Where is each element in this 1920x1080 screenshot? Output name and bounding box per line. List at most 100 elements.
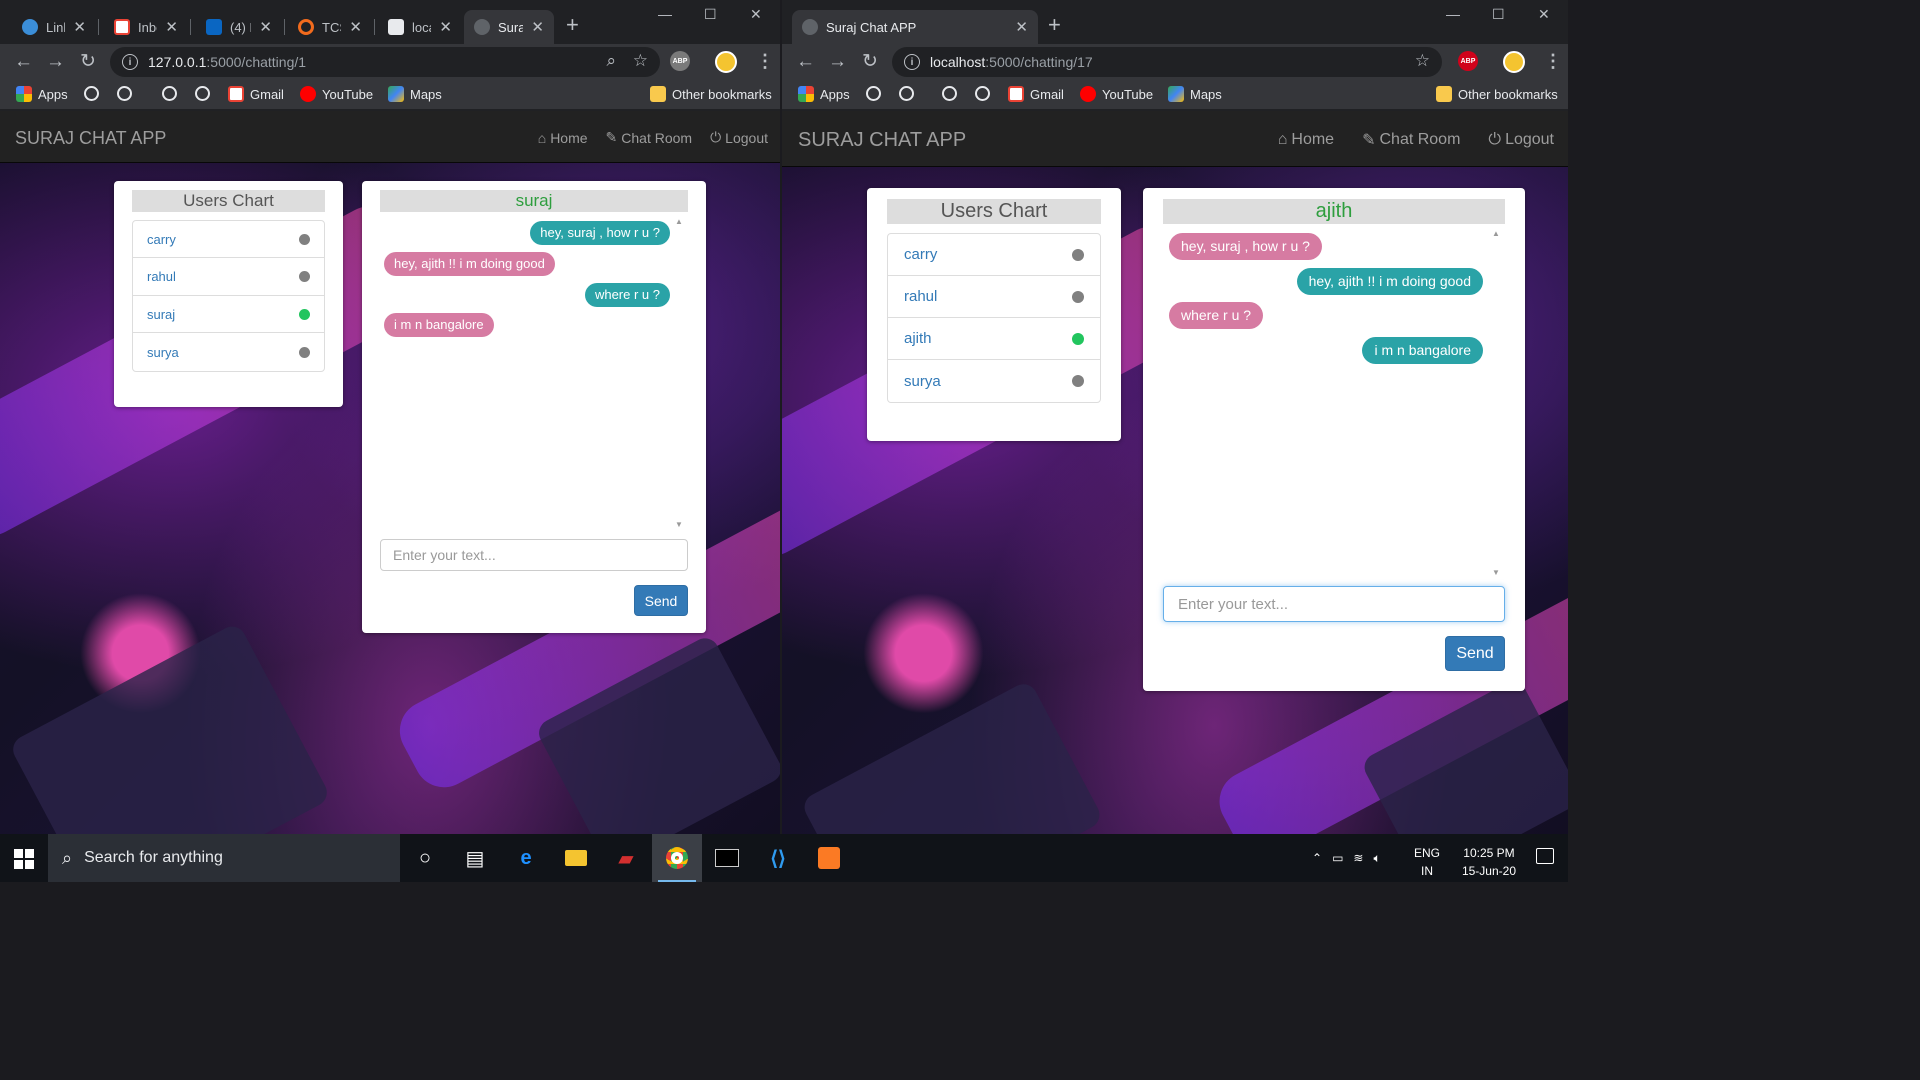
bookmark-maps[interactable]: Maps [388, 86, 442, 102]
info-icon[interactable]: i [122, 54, 138, 70]
bookmark-gmail[interactable]: Gmail [1008, 86, 1064, 102]
nav-home[interactable]: ⌂ Home [1278, 130, 1334, 150]
bookmark-youtube[interactable]: YouTube [300, 86, 373, 102]
menu-kebab-icon[interactable]: ⋮ [1544, 51, 1562, 72]
globe-icon[interactable] [162, 86, 177, 101]
close-window-icon[interactable]: ✕ [1538, 6, 1550, 23]
forward-icon[interactable]: → [828, 50, 847, 74]
user-item[interactable]: suraj [133, 296, 324, 333]
bookmark-star-icon[interactable]: ☆ [633, 51, 648, 71]
globe-icon[interactable] [84, 86, 99, 101]
maximize-icon[interactable]: ☐ [704, 6, 717, 23]
app-brand[interactable]: SURAJ CHAT APP [798, 129, 966, 152]
bookmark-gmail[interactable]: Gmail [228, 86, 284, 102]
vscode-icon[interactable]: ⟨⟩ [753, 834, 803, 882]
send-button[interactable]: Send [1445, 636, 1505, 671]
new-tab-icon[interactable]: + [1048, 14, 1061, 36]
scroll-down-icon[interactable]: ▼ [1491, 568, 1501, 577]
user-item[interactable]: surya [888, 360, 1100, 402]
language-indicator[interactable]: ENG IN [1414, 844, 1440, 880]
cortana-icon[interactable]: ○ [400, 834, 450, 882]
globe-icon[interactable] [117, 86, 132, 101]
user-item[interactable]: carry [888, 234, 1100, 276]
close-tab-icon[interactable]: ✕ [439, 18, 452, 36]
maximize-icon[interactable]: ☐ [1492, 6, 1505, 23]
bookmark-youtube[interactable]: YouTube [1080, 86, 1153, 102]
forward-icon[interactable]: → [46, 50, 65, 74]
notification-icon[interactable] [1536, 848, 1554, 864]
message-input[interactable]: Enter your text... [1163, 586, 1505, 622]
close-tab-icon[interactable]: ✕ [165, 18, 178, 36]
close-tab-icon[interactable]: ✕ [259, 18, 272, 36]
xampp-icon[interactable] [804, 834, 854, 882]
scroll-up-icon[interactable]: ▲ [1491, 229, 1501, 238]
user-item[interactable]: surya [133, 333, 324, 371]
send-button[interactable]: Send [634, 585, 688, 616]
zoom-icon[interactable]: ⌕ [606, 51, 616, 71]
messages-scrollbar[interactable]: ▲ ▼ [1491, 229, 1501, 577]
bookmark-apps[interactable]: Apps [798, 86, 850, 102]
user-item[interactable]: rahul [888, 276, 1100, 318]
bookmark-other[interactable]: Other bookmarks [650, 86, 772, 102]
info-icon[interactable]: i [904, 54, 920, 70]
close-tab-icon[interactable]: ✕ [531, 18, 544, 36]
adblock-icon[interactable]: ABP [1458, 51, 1478, 71]
close-tab-icon[interactable]: ✕ [349, 18, 362, 36]
close-tab-icon[interactable]: ✕ [73, 18, 86, 36]
nav-chat-room[interactable]: ✎ Chat Room [606, 129, 693, 146]
back-icon[interactable]: ← [14, 50, 33, 74]
file-explorer-icon[interactable] [551, 834, 601, 882]
bookmark-other[interactable]: Other bookmarks [1436, 86, 1558, 102]
browser-tab[interactable]: TCS ✕ [288, 10, 372, 44]
globe-icon[interactable] [866, 86, 881, 101]
nav-logout[interactable]: ⏻ Logout [710, 129, 768, 146]
browser-tab[interactable]: (4) L ✕ [196, 10, 282, 44]
wifi-icon[interactable]: ≋ [1353, 851, 1363, 865]
user-item[interactable]: carry [133, 221, 324, 258]
address-bar[interactable]: i localhost:5000/chatting/17 ☆ [892, 47, 1442, 77]
game-icon[interactable]: ▰ [601, 834, 651, 882]
back-icon[interactable]: ← [796, 50, 815, 74]
reload-icon[interactable]: ↻ [80, 50, 96, 74]
nav-home[interactable]: ⌂ Home [538, 129, 588, 146]
chrome-icon[interactable] [652, 834, 702, 882]
user-item[interactable]: rahul [133, 258, 324, 296]
messages-scrollbar[interactable]: ▲ ▼ [674, 217, 684, 529]
browser-tab-active[interactable]: Sura ✕ [464, 10, 554, 44]
chevron-up-icon[interactable]: ⌃ [1312, 851, 1322, 865]
globe-icon[interactable] [942, 86, 957, 101]
reload-icon[interactable]: ↻ [862, 50, 878, 74]
adblock-icon[interactable]: ABP [670, 51, 690, 71]
volume-icon[interactable]: 🔈︎ [1373, 851, 1380, 866]
profile-avatar[interactable] [715, 51, 737, 73]
menu-kebab-icon[interactable]: ⋮ [756, 51, 774, 72]
bookmark-apps[interactable]: Apps [16, 86, 68, 102]
app-brand[interactable]: SURAJ CHAT APP [15, 128, 166, 149]
browser-tab[interactable]: local ✕ [378, 10, 462, 44]
task-view-icon[interactable]: ▤ [450, 834, 500, 882]
profile-avatar[interactable] [1503, 51, 1525, 73]
windows-start-icon[interactable] [14, 849, 34, 869]
close-tab-icon[interactable]: ✕ [1015, 18, 1028, 36]
browser-tab[interactable]: Inbo ✕ [104, 10, 188, 44]
minimize-icon[interactable]: — [658, 6, 672, 22]
browser-tab-active[interactable]: Suraj Chat APP ✕ [792, 10, 1038, 44]
close-window-icon[interactable]: ✕ [750, 6, 762, 23]
clock[interactable]: 10:25 PM 15-Jun-20 [1462, 844, 1516, 880]
bookmark-star-icon[interactable]: ☆ [1415, 51, 1430, 71]
globe-icon[interactable] [975, 86, 990, 101]
minimize-icon[interactable]: — [1446, 6, 1460, 22]
battery-icon[interactable]: ▭ [1332, 851, 1343, 865]
taskbar-search[interactable]: ⌕ Search for anything [48, 834, 400, 882]
browser-tab[interactable]: Linke ✕ [12, 10, 96, 44]
bookmark-maps[interactable]: Maps [1168, 86, 1222, 102]
globe-icon[interactable] [899, 86, 914, 101]
nav-chat-room[interactable]: ✎ Chat Room [1362, 130, 1460, 150]
address-bar[interactable]: i 127.0.0.1:5000/chatting/1 ⌕ ☆ [110, 47, 660, 77]
scroll-up-icon[interactable]: ▲ [674, 217, 684, 226]
message-input[interactable]: Enter your text... [380, 539, 688, 571]
globe-icon[interactable] [195, 86, 210, 101]
scroll-down-icon[interactable]: ▼ [674, 520, 684, 529]
new-tab-icon[interactable]: + [566, 14, 579, 36]
terminal-icon[interactable] [702, 834, 752, 882]
